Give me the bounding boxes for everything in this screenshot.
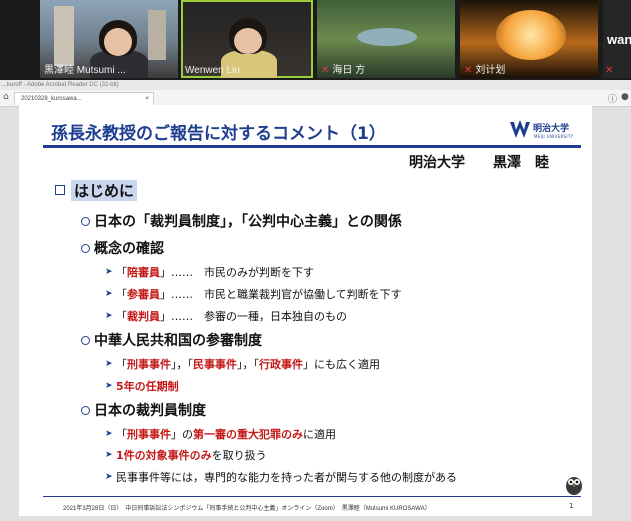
point-1: 日本の「裁判員制度」，「公判中心主義」との関係	[94, 214, 402, 230]
point-2-2: 「参審員」…… 市民と職業裁判官が協働して判断を下す	[116, 288, 402, 301]
title-divider	[43, 145, 581, 148]
participant-face	[104, 28, 132, 56]
author-affiliation: 明治大学 黒澤 睦	[409, 155, 549, 171]
participant-face	[234, 28, 262, 54]
participant-tile-4[interactable]: ✕ 刘计划	[460, 0, 598, 78]
participant-tile-2[interactable]: Wenwen Liu	[181, 0, 313, 78]
circle-bullet-icon	[81, 217, 90, 226]
arrow-bullet-icon: ➤	[105, 267, 113, 277]
background-building	[148, 10, 166, 60]
square-bullet-icon	[55, 185, 65, 195]
home-icon[interactable]: ⌂	[3, 92, 9, 102]
point-3-1: 「刑事事件」，「民事事件」，「行政事件」にも広く適用	[116, 358, 380, 371]
owl-mascot-icon	[566, 477, 582, 495]
circle-bullet-icon	[81, 406, 90, 415]
point-2: 概念の確認	[94, 241, 164, 257]
point-4-2: 1件の対象事件のみを取り扱う	[116, 449, 267, 462]
arrow-bullet-icon: ➤	[105, 311, 113, 321]
arrow-bullet-icon: ➤	[105, 450, 113, 460]
participant-tile-3[interactable]: ✕ 海日 方	[317, 0, 455, 78]
help-icon[interactable]: ⓘ	[608, 92, 617, 105]
participant-name: Wenwen Liu	[185, 65, 240, 76]
participant-name: 黒澤睦 Mutsumi ...	[44, 65, 126, 76]
point-3: 中華人民共和国の参審制度	[94, 333, 262, 349]
page-number: 1	[569, 502, 574, 510]
background-building	[54, 6, 74, 66]
logo-subtitle: MEIJI UNIVERSITY	[534, 134, 574, 139]
point-4-1: 「刑事事件」の第一審の重大犯罪のみに適用	[116, 428, 336, 441]
user-icon[interactable]: ●	[621, 92, 629, 102]
point-4-3: 民事事件等には，専門的な能力を持った者が関与する他の制度がある	[116, 471, 457, 484]
arrow-bullet-icon: ➤	[105, 472, 113, 482]
participant-name: ✕ 海日 方	[321, 65, 366, 76]
pond-image	[357, 28, 417, 46]
participant-strip: 黒澤睦 Mutsumi ... Wenwen Liu ✕ 海日 方 ✕ 刘计划 wa…	[0, 0, 631, 80]
arrow-bullet-icon: ➤	[105, 359, 113, 369]
circle-bullet-icon	[81, 336, 90, 345]
mic-muted-icon: ✕	[321, 65, 330, 76]
footer-divider	[43, 496, 581, 497]
university-logo-icon	[510, 120, 530, 138]
mic-muted-icon: ✕	[464, 65, 473, 76]
mic-muted-icon: ✕	[605, 65, 614, 76]
section-heading: はじめに	[71, 180, 138, 201]
arrow-bullet-icon: ➤	[105, 289, 113, 299]
document-tab[interactable]: 20210328_kurosawa... ×	[14, 92, 154, 105]
slide-footer: 2021年3月28日（日） 中日刑事訴訟法シンポジウム「刑事手続と公判中心主義」…	[63, 506, 431, 512]
point-2-1: 「陪審員」…… 市民のみが判断を下す	[116, 266, 314, 279]
circle-bullet-icon	[81, 244, 90, 253]
participant-tile-5[interactable]: wan ✕	[603, 0, 631, 78]
arrow-bullet-icon: ➤	[105, 381, 113, 391]
window-title: ...kuroff - Adobe Acrobat Reader DC (32-…	[0, 80, 631, 90]
slide-title: 孫長永教授のご報告に対するコメント（1）	[51, 124, 386, 144]
participant-name: wan	[607, 32, 631, 47]
participant-tile-1[interactable]: 黒澤睦 Mutsumi ...	[40, 0, 178, 78]
logo-name: 明治大学	[533, 124, 570, 134]
point-2-3: 「裁判員」…… 参審の一種，日本独自のもの	[116, 310, 347, 323]
slide-page: 孫長永教授のご報告に対するコメント（1） 明治大学 MEIJI UNIVERSI…	[19, 105, 592, 516]
point-3-2: 5年の任期制	[116, 380, 179, 393]
sunset-image	[496, 10, 566, 60]
point-4: 日本の裁判員制度	[94, 403, 206, 419]
participant-name: ✕ 刘计划	[464, 65, 506, 76]
arrow-bullet-icon: ➤	[105, 429, 113, 439]
